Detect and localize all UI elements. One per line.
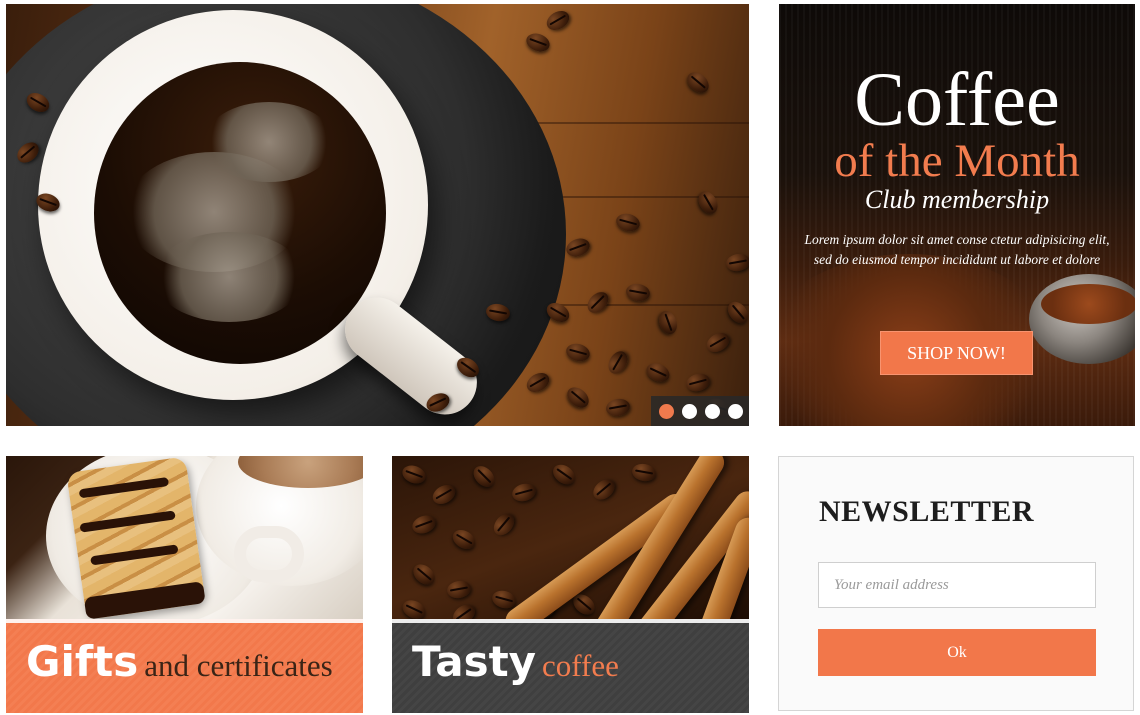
coffee-bean <box>399 462 429 487</box>
gifts-band-highlight <box>6 619 363 623</box>
coffee-bean <box>683 68 713 97</box>
chocolate-drizzle <box>79 510 176 533</box>
chocolate-drizzle <box>78 476 170 499</box>
promo-tagline: Club membership <box>864 185 1050 214</box>
coffee-bean <box>703 329 733 356</box>
slider-dot-1[interactable] <box>659 404 674 419</box>
coffee-bean <box>564 341 592 364</box>
slider-dot-4[interactable] <box>728 404 743 419</box>
gifts-heading: Gifts and certificates <box>26 641 333 683</box>
coffee-bean <box>624 282 652 303</box>
shop-now-button[interactable]: SHOP NOW! <box>880 331 1033 375</box>
coffee-bean <box>604 347 632 378</box>
crema-foam <box>154 232 304 322</box>
coffee-bean <box>655 308 681 337</box>
hero-slider[interactable] <box>6 4 749 426</box>
coffee-bean <box>643 359 673 386</box>
coffee-bean <box>543 7 573 34</box>
gifts-title-small: and certificates <box>144 648 333 683</box>
gift-cup-handle <box>234 526 304 582</box>
promo-subtitle: of the Month <box>834 135 1080 187</box>
gifts-title-big: Gifts <box>26 637 139 686</box>
coffee-bean <box>630 462 658 483</box>
crema-foam <box>204 102 334 182</box>
tasty-title-small: coffee <box>542 648 619 683</box>
coffee-bean <box>489 509 519 540</box>
coffee-bean <box>684 371 712 394</box>
coffee-bean <box>445 579 473 600</box>
coffee-bean <box>694 187 722 218</box>
cinnamon-photo <box>392 456 749 664</box>
scoop-grounds <box>1041 284 1135 324</box>
promo-banner[interactable]: Coffee of the Month Club membership Lore… <box>779 4 1135 426</box>
chocolate-drizzle <box>90 544 179 566</box>
tasty-heading: Tasty coffee <box>412 641 619 683</box>
newsletter-submit-button[interactable]: Ok <box>818 629 1096 676</box>
coffee-bean <box>409 512 439 537</box>
coffee-bean <box>614 211 642 234</box>
coffee-bean <box>563 235 593 260</box>
gifts-banner[interactable]: Gifts and certificates <box>6 456 363 713</box>
coffee-bean <box>429 481 459 508</box>
coffee-bean <box>549 460 579 489</box>
promo-title: Coffee <box>854 58 1060 142</box>
coffee-bean <box>510 481 538 504</box>
slider-dot-3[interactable] <box>705 404 720 419</box>
newsletter-title: NEWSLETTER <box>819 495 1035 528</box>
coffee-bean <box>604 397 632 418</box>
tasty-band-highlight <box>392 619 749 623</box>
tasty-banner[interactable]: Tasty coffee <box>392 456 749 713</box>
coffee-bean <box>409 560 439 589</box>
newsletter-box: NEWSLETTER Ok <box>778 456 1134 711</box>
coffee-bean <box>589 475 619 504</box>
coffee-bean <box>724 252 749 273</box>
coffee-bean <box>563 383 593 412</box>
promo-body-text: Lorem ipsum dolor sit amet conse ctetur … <box>804 232 1110 267</box>
tasty-title-big: Tasty <box>412 637 537 686</box>
coffee-bean <box>583 288 613 317</box>
slider-dot-2[interactable] <box>682 404 697 419</box>
slider-pagination <box>651 396 749 426</box>
coffee-surface <box>94 62 386 364</box>
coffee-bean <box>469 462 499 491</box>
coffee-bean <box>723 297 749 328</box>
coffee-bean <box>449 526 479 553</box>
coffee-bean <box>523 30 553 55</box>
biscotti-cookie <box>66 456 206 620</box>
email-field[interactable] <box>818 562 1096 608</box>
coffee-bean <box>523 369 553 396</box>
